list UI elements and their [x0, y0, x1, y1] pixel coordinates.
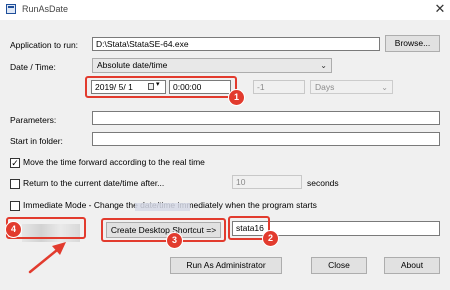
annotation-arrow — [28, 242, 66, 274]
about-button[interactable]: About — [384, 257, 440, 274]
close-button[interactable]: Close — [311, 257, 367, 274]
run-as-admin-button[interactable]: Run As Administrator — [170, 257, 282, 274]
